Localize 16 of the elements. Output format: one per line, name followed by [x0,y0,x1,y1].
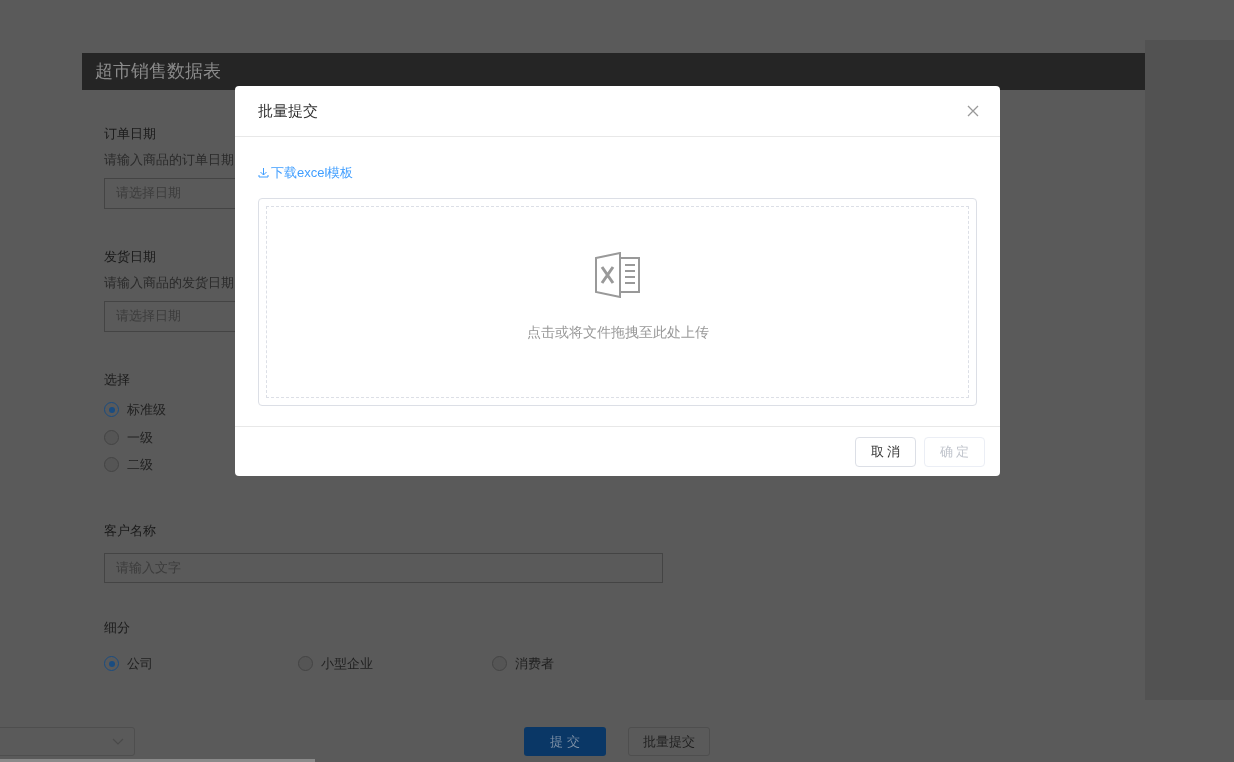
field-label: 选择 [104,371,130,389]
dialog-title: 批量提交 [258,100,318,121]
page-title: 超市销售数据表 [95,60,221,83]
upload-area[interactable]: 点击或将文件拖拽至此处上传 [258,198,977,406]
field-label: 客户名称 [104,522,156,540]
download-link[interactable]: 下载excel模板 [258,162,354,183]
download-icon [258,167,269,178]
field-label: 发货日期 [104,248,156,266]
field-label: 细分 [104,619,130,637]
upload-hint: 点击或将文件拖拽至此处上传 [526,323,709,342]
field-label: 订单日期 [104,125,156,143]
submit-button[interactable]: 提 交 [524,727,606,756]
close-icon[interactable] [967,105,979,117]
spreadsheet-file-icon [593,252,642,298]
radio-label: 消费者 [515,655,554,673]
cancel-button[interactable]: 取 消 [855,436,916,467]
